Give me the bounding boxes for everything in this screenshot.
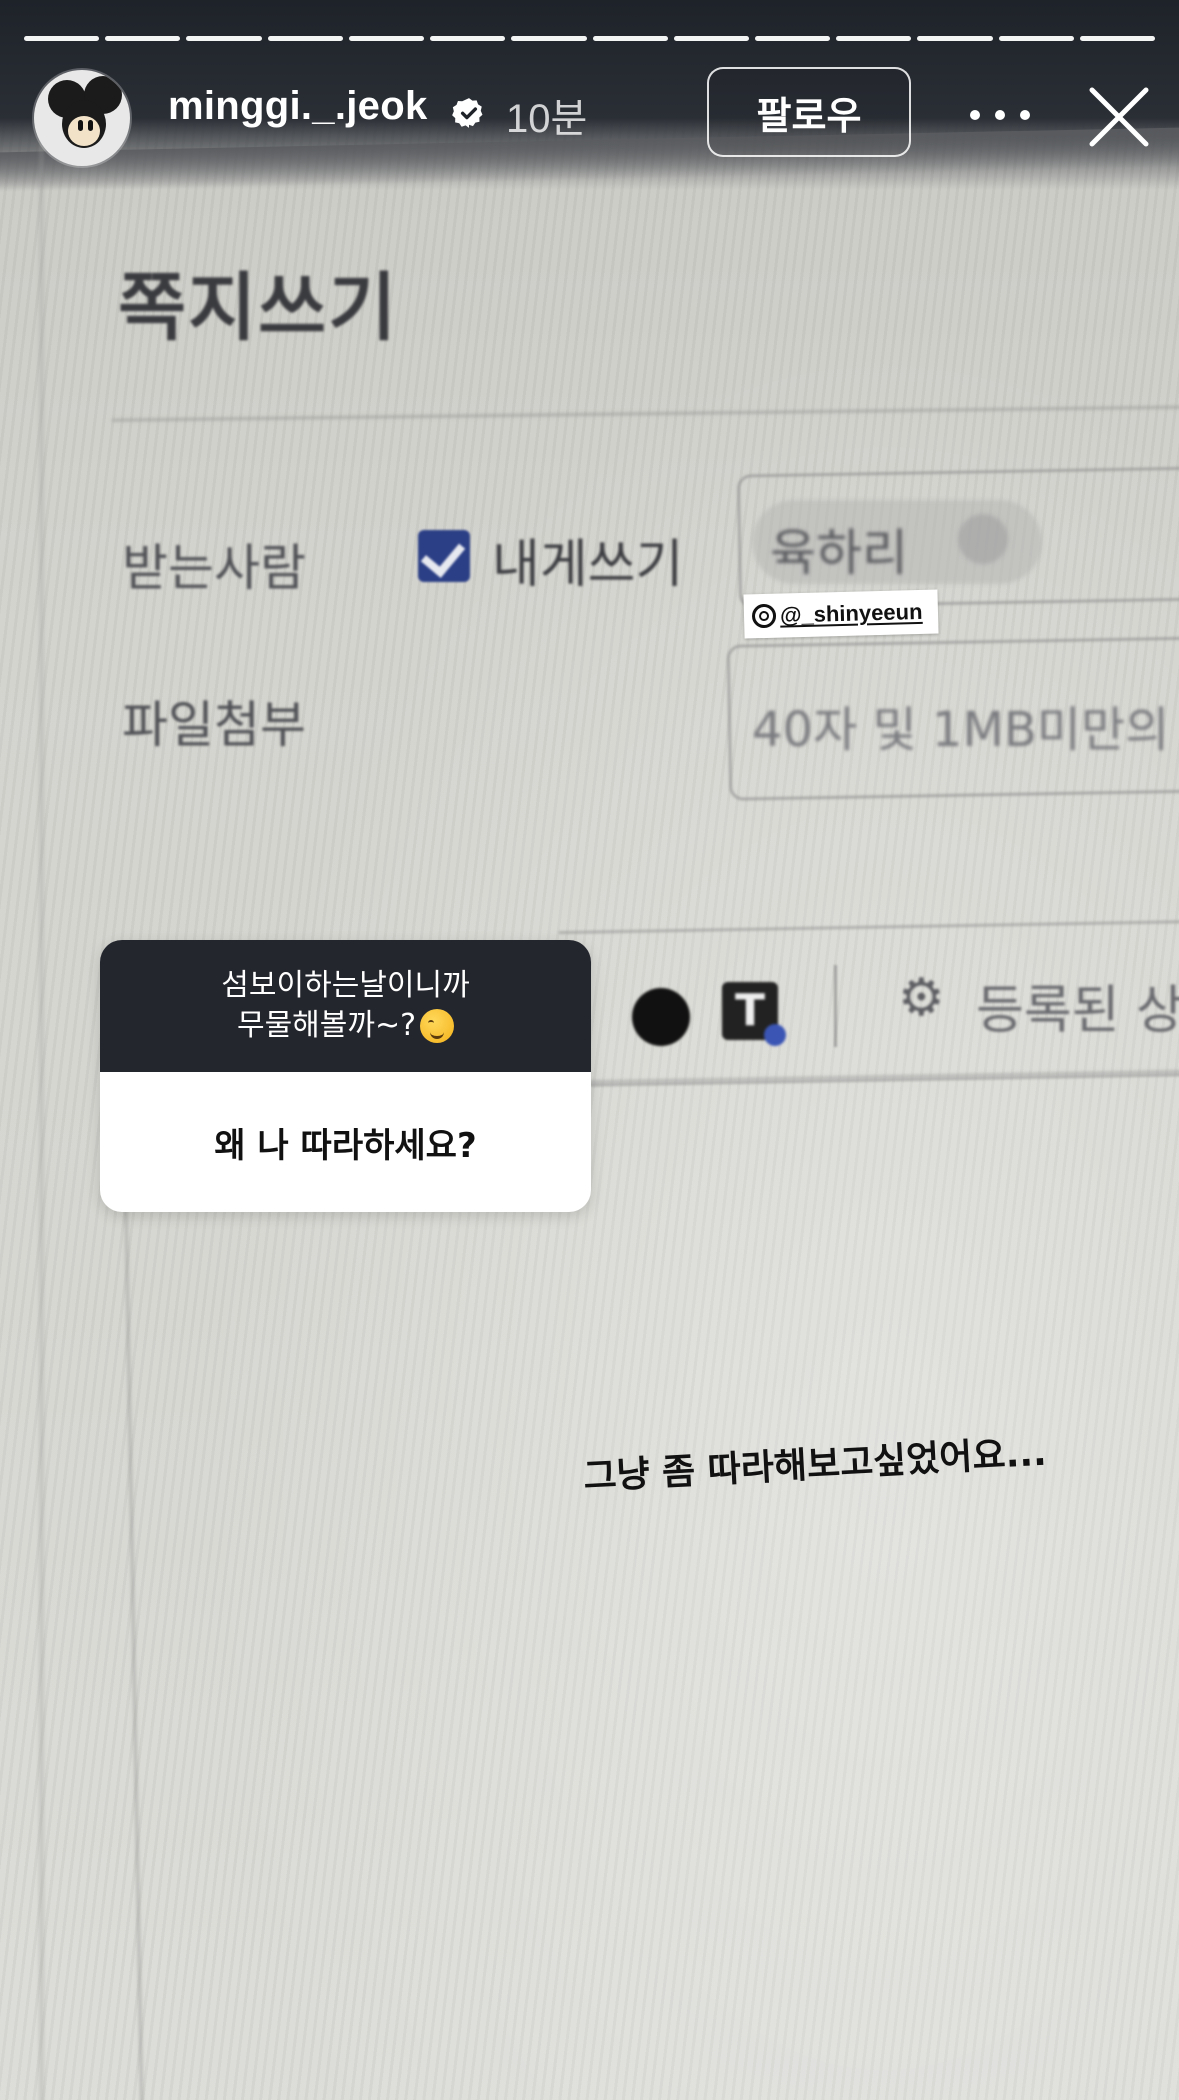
screen-frame-line (40, 140, 43, 2100)
verified-badge-icon (452, 98, 483, 128)
question-prompt-text: 무물해볼까~? (236, 1008, 417, 1043)
progress-segment (24, 36, 100, 41)
progress-segment (511, 36, 587, 41)
mention-sticker[interactable]: @_shinyeeun (743, 589, 939, 639)
post-time: 10분 (506, 97, 588, 141)
avatar-eye (78, 120, 83, 131)
mention-handle: @_shinyeeun (779, 598, 923, 628)
more-options-icon[interactable] (970, 90, 1030, 140)
progress-segment (754, 36, 831, 41)
progress-segment (186, 36, 262, 41)
screen-title: 쪽지쓰기 (118, 265, 399, 351)
text-color-icon (632, 988, 690, 1046)
recipient-label: 받는사람 (122, 539, 306, 597)
progress-segment (673, 36, 749, 41)
progress-segment (105, 36, 181, 41)
screen-divider (112, 405, 1179, 422)
follow-button[interactable]: 팔로우 (707, 67, 911, 157)
progress-segment (1079, 36, 1156, 41)
story-progress-bar (24, 36, 1156, 41)
story-view[interactable]: 쪽지쓰기 받는사람 내게쓰기 육하리 파일첨부 40자 및 1MB미만의 T ⚙… (0, 0, 1179, 2100)
threads-icon (751, 603, 777, 629)
toolbar-divider (834, 965, 837, 1047)
chip-remove-icon (958, 514, 1008, 564)
progress-segment (592, 36, 668, 41)
story-header: minggi._.jeok 10분 팔로우 (0, 62, 1179, 167)
question-prompt-line: 무물해볼까~? (236, 1006, 455, 1046)
progress-segment (267, 36, 343, 41)
avatar-eye (88, 120, 93, 131)
text-style-icon: T (722, 982, 786, 1046)
recipient-chip-label: 육하리 (770, 524, 908, 582)
question-text: 왜 나 따라하세요? (214, 1125, 477, 1166)
progress-segment (430, 36, 506, 41)
question-prompt: 섬보이하는날이니까 무물해볼까~? (100, 940, 591, 1072)
progress-segment (998, 36, 1074, 41)
attach-hint: 40자 및 1MB미만의 (752, 702, 1170, 758)
self-write-label: 내게쓰기 (492, 535, 684, 595)
gear-icon: ⚙ (898, 968, 945, 1028)
avatar[interactable] (34, 70, 130, 166)
username[interactable]: minggi._.jeok (168, 84, 428, 129)
avatar-face (68, 116, 100, 146)
smiley-emoji-icon (420, 1009, 455, 1043)
progress-segment (917, 36, 993, 41)
close-icon[interactable] (1086, 84, 1152, 150)
question-sticker[interactable]: 섬보이하는날이니까 무물해볼까~? 왜 나 따라하세요? (100, 940, 591, 1212)
progress-segment (348, 36, 425, 41)
attach-label: 파일첨부 (122, 696, 306, 754)
registered-label: 등록된 상 (976, 981, 1179, 1041)
progress-segment (836, 36, 912, 41)
question-prompt-line: 섬보이하는날이니까 (221, 968, 470, 1003)
checkbox-checked-icon (418, 530, 470, 582)
editor-body (122, 1067, 1179, 2100)
